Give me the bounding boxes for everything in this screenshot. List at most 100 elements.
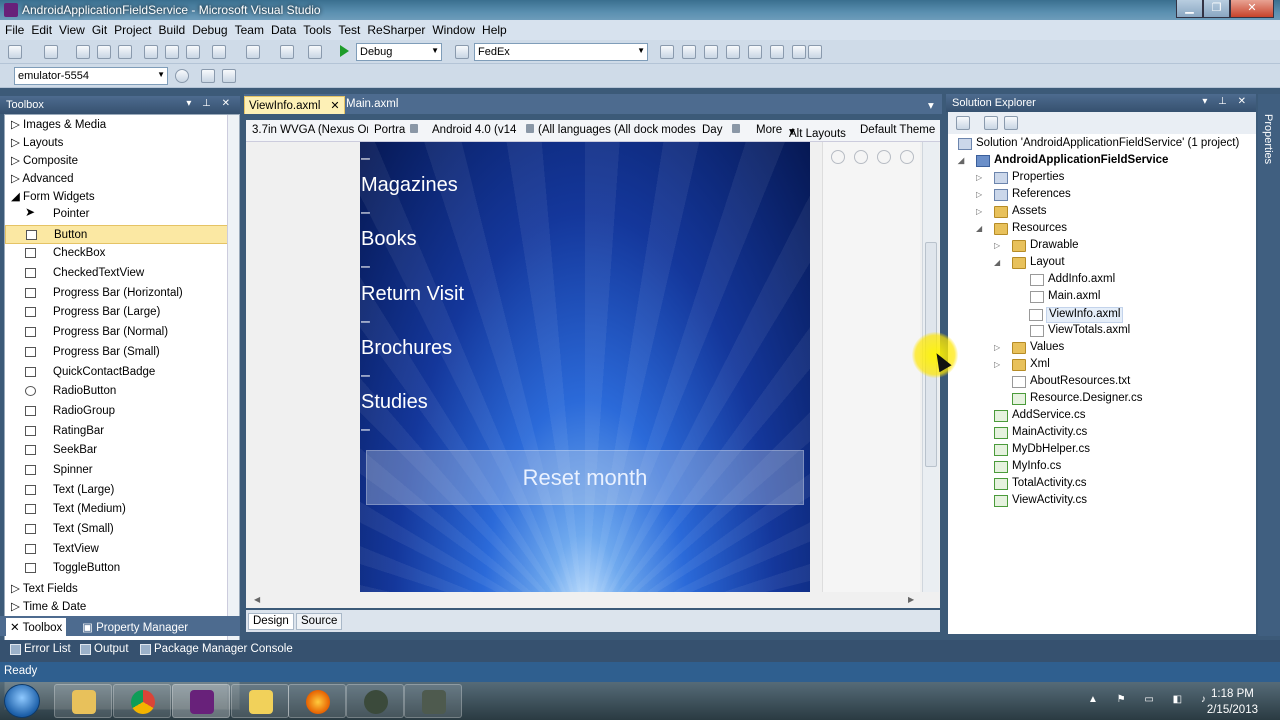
start-button[interactable]: [4, 684, 40, 718]
window-layout-icon[interactable]: [808, 45, 822, 59]
lock-icon[interactable]: [410, 124, 418, 133]
toolbox-item[interactable]: Text (Small): [5, 520, 239, 540]
tree-node[interactable]: TotalActivity.cs: [994, 477, 1087, 493]
reset-month-button[interactable]: Reset month: [366, 450, 804, 505]
toolbox-section[interactable]: ▷ Advanced: [5, 169, 239, 187]
tree-project[interactable]: ◢ AndroidApplicationFieldService: [958, 154, 1168, 170]
tab-property-manager[interactable]: ▣ Property Manager: [78, 618, 192, 636]
toolbox-item-selected[interactable]: Button: [5, 224, 239, 245]
api-level-select[interactable]: Android 4.0 (v14: [432, 124, 516, 136]
taskbar-clock[interactable]: 1:18 PM 2/15/2013: [1207, 686, 1258, 718]
dock-mode-select[interactable]: (All dock modes: [614, 124, 696, 136]
toolbox-section[interactable]: ▷ Time & Date: [5, 597, 239, 615]
toolbox-item[interactable]: QuickContactBadge: [5, 363, 239, 383]
find-in-files-icon[interactable]: [455, 45, 469, 59]
extension-manager-icon[interactable]: [748, 45, 762, 59]
menu-build[interactable]: Build: [159, 23, 193, 37]
tree-node[interactable]: Main.axml: [1030, 290, 1100, 306]
tree-node-selected[interactable]: ViewInfo.axml: [1029, 307, 1124, 323]
label-return-visit[interactable]: Return Visit: [361, 283, 464, 306]
toolbox-section[interactable]: ▷ Composite: [5, 151, 239, 169]
menu-team[interactable]: Team: [235, 23, 271, 37]
label-studies[interactable]: Studies: [361, 391, 428, 414]
toolbox-item[interactable]: Spinner: [5, 461, 239, 481]
toolbox-item[interactable]: CheckBox: [5, 244, 239, 264]
info-icon[interactable]: [175, 69, 189, 83]
tree-node[interactable]: MyDbHelper.cs: [994, 443, 1090, 459]
tab-viewinfo-axml[interactable]: ViewInfo.axml ✕: [244, 96, 345, 114]
show-all-files-icon[interactable]: [956, 116, 970, 130]
toolbox-item[interactable]: SeekBar: [5, 441, 239, 461]
label-books[interactable]: Books: [361, 228, 417, 251]
toolbox-item[interactable]: Progress Bar (Horizontal): [5, 284, 239, 304]
tab-package-manager-console[interactable]: Package Manager Console: [138, 643, 293, 655]
toolbox-item[interactable]: Progress Bar (Normal): [5, 323, 239, 343]
toolbox-section-open[interactable]: ◢ Form Widgets: [5, 187, 239, 205]
close-tab-icon[interactable]: ✕: [330, 100, 339, 112]
save-icon[interactable]: [97, 45, 111, 59]
start-page-icon[interactable]: [770, 45, 784, 59]
lock-icon[interactable]: [526, 124, 534, 133]
device-select[interactable]: emulator-5554 ▼: [14, 67, 168, 85]
object-browser-icon[interactable]: [704, 45, 718, 59]
redo-icon[interactable]: [246, 45, 260, 59]
toolbox-item[interactable]: RadioButton: [5, 382, 239, 402]
taskbar-chrome[interactable]: [113, 684, 171, 718]
solution-config-select[interactable]: Debug ▼: [356, 43, 442, 61]
toolbox-section[interactable]: ▷ Images & Media: [5, 115, 239, 133]
design-horizontal-scrollbar[interactable]: ◀ ▶: [246, 592, 940, 608]
menu-data[interactable]: Data: [271, 23, 303, 37]
tree-node[interactable]: MyInfo.cs: [994, 460, 1061, 476]
refresh-icon[interactable]: [1004, 116, 1018, 130]
toolbox-item[interactable]: RatingBar: [5, 422, 239, 442]
add-item-icon[interactable]: [44, 45, 58, 59]
command-window-icon[interactable]: [792, 45, 806, 59]
menu-test[interactable]: Test: [338, 23, 367, 37]
taskbar-tool[interactable]: [231, 684, 289, 718]
toolbox-item[interactable]: TextView: [5, 540, 239, 560]
paste-icon[interactable]: [186, 45, 200, 59]
taskbar-visual-studio[interactable]: [172, 684, 230, 718]
menu-view[interactable]: View: [59, 23, 92, 37]
toolbox-icon[interactable]: [726, 45, 740, 59]
menu-window[interactable]: Window: [432, 23, 482, 37]
taskbar-explorer[interactable]: [54, 684, 112, 718]
tree-node[interactable]: AboutResources.txt: [1012, 375, 1130, 391]
toolbox-item[interactable]: Text (Large): [5, 481, 239, 501]
expand-arrow-icon[interactable]: ▷: [994, 360, 1000, 369]
tree-node[interactable]: ViewTotals.axml: [1030, 324, 1130, 340]
toolbox-item[interactable]: Progress Bar (Small): [5, 343, 239, 363]
tree-node[interactable]: ▷ Assets: [976, 205, 1047, 221]
tree-node[interactable]: ▷ Values: [994, 341, 1064, 357]
menu-debug[interactable]: Debug: [192, 23, 234, 37]
collapse-arrow-icon[interactable]: ◢: [994, 258, 1000, 267]
orientation-select[interactable]: Portra: [374, 124, 405, 136]
properties-icon[interactable]: [984, 116, 998, 130]
expand-arrow-icon[interactable]: ▷: [976, 173, 982, 182]
navigate-back-icon[interactable]: [280, 45, 294, 59]
zoom-in-icon[interactable]: [877, 150, 891, 164]
panel-controls[interactable]: ▾ ⊥ ✕: [186, 98, 234, 109]
tab-output[interactable]: Output: [78, 643, 129, 655]
device-config-select[interactable]: 3.7in WVGA (Nexus One): [252, 124, 368, 136]
collapse-arrow-icon[interactable]: ◢: [958, 156, 964, 165]
tree-node[interactable]: AddService.cs: [994, 409, 1086, 425]
toolbox-item[interactable]: ➤ Pointer: [5, 205, 239, 225]
navigate-forward-icon[interactable]: [308, 45, 322, 59]
scroll-right-icon[interactable]: ▶: [908, 595, 914, 604]
tree-solution[interactable]: Solution 'AndroidApplicationFieldService…: [958, 137, 1239, 153]
start-debugging-icon[interactable]: [340, 45, 349, 57]
menu-tools[interactable]: Tools: [303, 23, 338, 37]
properties-icon[interactable]: [682, 45, 696, 59]
cut-icon[interactable]: [144, 45, 158, 59]
lock-icon[interactable]: [732, 124, 740, 133]
undo-icon[interactable]: [212, 45, 226, 59]
tab-error-list[interactable]: Error List: [8, 643, 71, 655]
tree-node[interactable]: ▷ Properties: [976, 171, 1064, 187]
taskbar-firefox[interactable]: [288, 684, 346, 718]
tab-source[interactable]: Source: [296, 613, 343, 630]
device-manager-icon[interactable]: [201, 69, 215, 83]
tree-node[interactable]: ◢ Layout: [994, 256, 1065, 272]
toolbox-item[interactable]: ToggleButton: [5, 559, 239, 579]
label-magazines[interactable]: Magazines: [361, 174, 458, 197]
